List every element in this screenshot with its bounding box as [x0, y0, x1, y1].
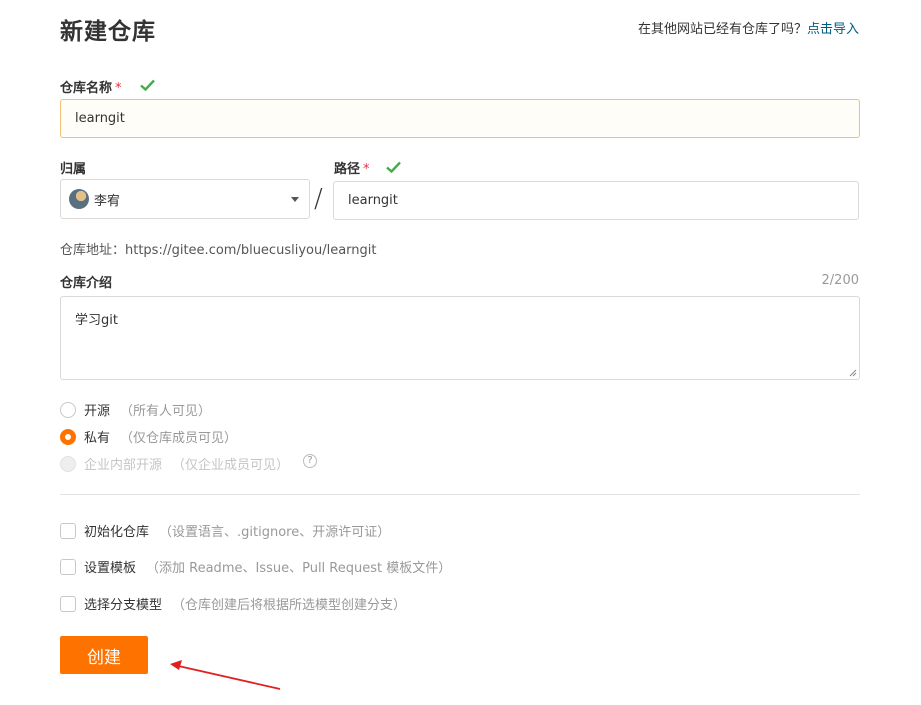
checkbox-set-template[interactable]: [60, 558, 76, 575]
owner-select[interactable]: 李宥: [60, 179, 310, 219]
resize-handle-icon[interactable]: [849, 369, 857, 377]
visibility-label: 开源: [84, 404, 111, 419]
chevron-down-icon: [291, 197, 299, 202]
visibility-option-enterprise: 企业内部开源 （仅企业成员可见） ?: [60, 453, 318, 473]
option-hint: （添加 Readme、Issue、Pull Request 模板文件）: [146, 561, 452, 576]
visibility-label: 企业内部开源: [84, 458, 163, 473]
check-icon: [140, 79, 155, 91]
visibility-option-public[interactable]: 开源 （所有人可见）: [60, 400, 211, 419]
owner-label: 归属: [60, 162, 87, 177]
checkbox-init-repo[interactable]: [60, 522, 76, 539]
path-separator: /: [314, 184, 323, 214]
char-counter: 2/200: [821, 273, 859, 288]
option-hint: （设置语言、.gitignore、开源许可证）: [159, 525, 391, 540]
option-label: 设置模板: [84, 561, 137, 576]
divider: [60, 494, 860, 495]
annotation-arrow: [170, 660, 281, 690]
path-label-text: 路径: [334, 162, 361, 177]
option-label: 初始化仓库: [84, 525, 150, 540]
checkbox-branch-model[interactable]: [60, 595, 76, 612]
check-icon: [386, 161, 401, 173]
required-mark: *: [363, 162, 370, 177]
description-textarea[interactable]: 学习git: [60, 296, 860, 380]
page-title: 新建仓库: [60, 19, 156, 45]
owner-value: 李宥: [94, 193, 121, 209]
repo-name-label-text: 仓库名称: [60, 81, 113, 96]
option-init-repo[interactable]: 初始化仓库 （设置语言、.gitignore、开源许可证）: [60, 521, 390, 540]
option-label: 选择分支模型: [84, 598, 163, 613]
visibility-hint: （仅企业成员可见）: [172, 458, 290, 473]
option-hint: （仓库创建后将根据所选模型创建分支）: [172, 598, 407, 613]
repo-name-label: 仓库名称 *: [60, 77, 122, 96]
description-value: 学习git: [75, 313, 118, 328]
visibility-hint: （所有人可见）: [120, 404, 212, 419]
repo-address: 仓库地址：https://gitee.com/bluecusliyou/lear…: [60, 243, 377, 258]
visibility-hint: （仅仓库成员可见）: [120, 431, 238, 446]
visibility-option-private[interactable]: 私有 （仅仓库成员可见）: [60, 427, 237, 446]
create-button[interactable]: 创建: [60, 636, 148, 674]
import-prompt: 在其他网站已经有仓库了吗？: [637, 22, 807, 37]
path-input[interactable]: learngit: [333, 181, 859, 220]
required-mark: *: [115, 81, 122, 96]
option-set-template[interactable]: 设置模板 （添加 Readme、Issue、Pull Request 模板文件）: [60, 557, 451, 576]
path-label: 路径 *: [334, 158, 370, 177]
import-link[interactable]: 点击导入: [807, 22, 859, 37]
description-label: 仓库介绍: [60, 276, 113, 291]
repo-name-input[interactable]: learngit: [60, 99, 860, 138]
help-icon[interactable]: ?: [303, 453, 318, 468]
import-hint: 在其他网站已经有仓库了吗？点击导入: [638, 18, 859, 37]
radio-enterprise: [60, 455, 76, 472]
avatar: [69, 189, 89, 209]
option-branch-model[interactable]: 选择分支模型 （仓库创建后将根据所选模型创建分支）: [60, 594, 406, 613]
visibility-label: 私有: [84, 431, 111, 446]
radio-public[interactable]: [60, 401, 76, 418]
radio-private[interactable]: [60, 428, 76, 445]
